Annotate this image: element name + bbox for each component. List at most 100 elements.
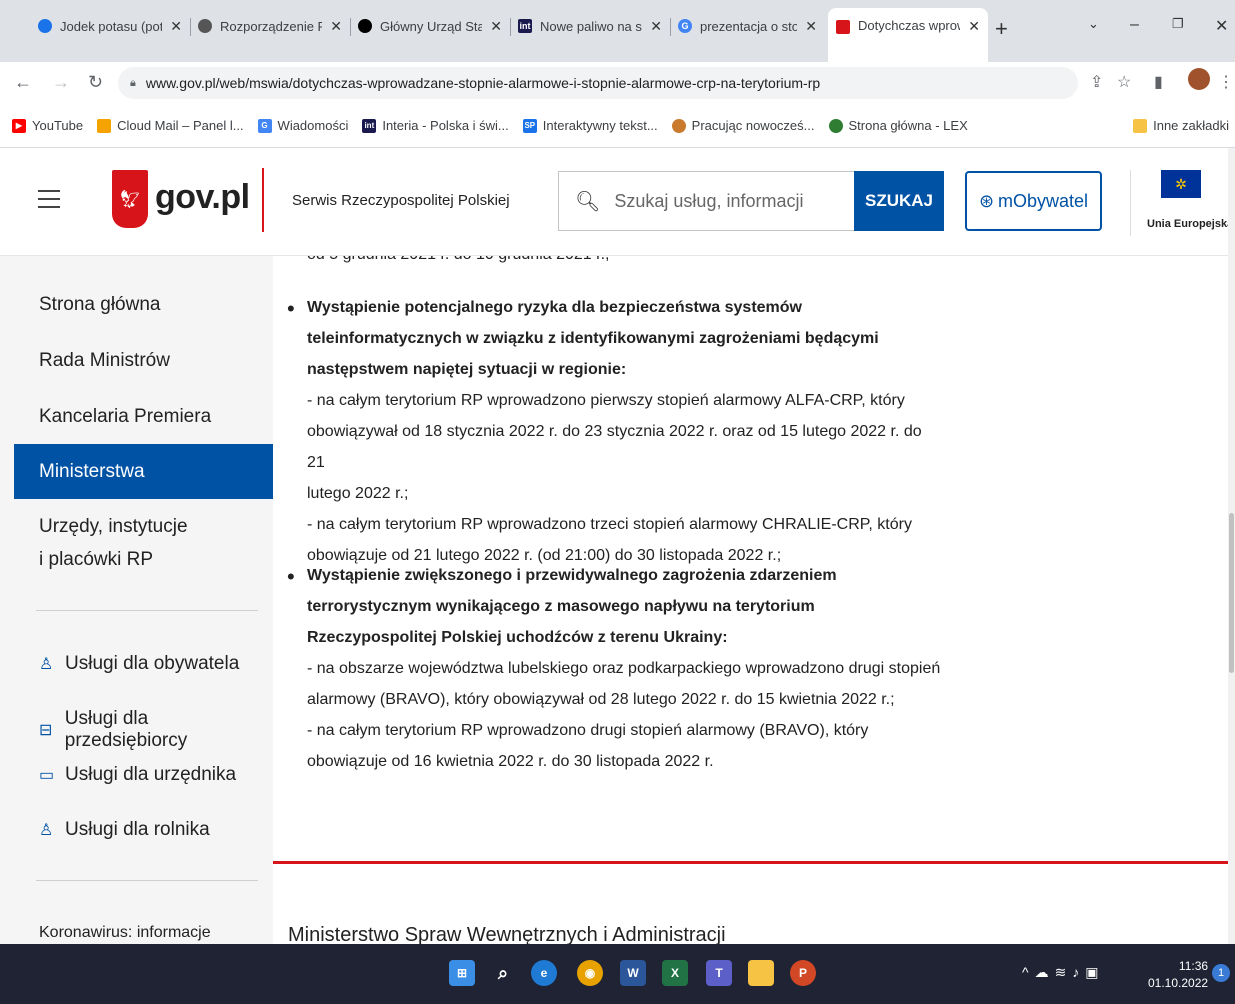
sidebar-item-strona-glowna[interactable]: Strona główna (14, 294, 273, 316)
section-text-line: - na całym terytorium RP wprowadzono pie… (307, 392, 905, 409)
close-icon[interactable]: ✕ (330, 18, 342, 35)
word-icon[interactable]: W (620, 960, 646, 986)
address-bar-row: ← → ↻ 🔒︎ www.gov.pl/web/mswia/dotychczas… (0, 62, 1235, 104)
search-button[interactable]: SZUKAJ (854, 171, 944, 231)
new-tab-button[interactable]: + (995, 16, 1008, 42)
bullet-icon: • (287, 296, 295, 321)
youtube-icon: ▶ (12, 118, 26, 133)
close-icon[interactable]: ✕ (650, 18, 662, 35)
reload-icon[interactable]: ↻ (88, 72, 103, 93)
browser-tab-5[interactable]: G prezentacja o storp ✕ (670, 10, 825, 42)
bookmark-interia[interactable]: int Interia - Polska i świ... (362, 118, 509, 133)
close-icon[interactable]: ✕ (490, 18, 502, 35)
cloud-icon (97, 118, 112, 133)
search-input[interactable]: 🔍︎ Szukaj usług, informacji (558, 171, 854, 231)
scrollbar-thumb[interactable] (1229, 513, 1234, 673)
system-tray-icons[interactable]: ^☁︎≋♪▣ (1022, 964, 1105, 981)
forward-arrow-icon[interactable]: → (52, 72, 70, 93)
search-icon: 🔍︎ (575, 190, 601, 213)
edge-icon[interactable]: e (531, 960, 557, 986)
section-text-line: - na obszarze województwa lubelskiego or… (307, 660, 941, 677)
windows-start-icon[interactable]: ⊞ (449, 960, 475, 986)
sp-icon: SP (522, 118, 537, 133)
close-icon[interactable]: ✕ (805, 18, 817, 35)
url-text[interactable]: www.gov.pl/web/mswia/dotychczas-wprowadz… (146, 75, 820, 91)
search-placeholder: Szukaj usług, informacji (614, 190, 804, 211)
powerpoint-icon[interactable]: P (790, 960, 816, 986)
bookmark-pracujac[interactable]: Pracując nowocześ... (671, 118, 815, 133)
profile-avatar[interactable] (1188, 68, 1210, 90)
browser-tab-2[interactable]: Rozporządzenie Pre ✕ (190, 10, 350, 42)
bookmark-wiadomosci[interactable]: G Wiadomości (257, 118, 348, 133)
other-bookmarks[interactable]: Inne zakładki (1133, 118, 1229, 133)
section-text-line: alarmowy (BRAVO), który obowiązywał od 2… (307, 691, 895, 708)
tab-search-icon[interactable]: ⌄ (1088, 16, 1099, 32)
bookmarks-bar: ▶ YouTube Cloud Mail – Panel l... G Wiad… (0, 104, 1235, 148)
section-risk-teleinformatics: Wystąpienie potencjalnego ryzyka dla bez… (307, 292, 927, 571)
interia-icon: int (362, 118, 377, 133)
sidebar-service-urzednik[interactable]: ▭ Usługi dla urzędnika (39, 764, 236, 786)
google-icon: G (678, 19, 692, 33)
site-logo[interactable]: gov.pl (155, 178, 250, 217)
lex-icon (828, 118, 843, 133)
pin-icon (38, 19, 52, 33)
browser-tab-4[interactable]: int Nowe paliwo na sta ✕ (510, 10, 670, 42)
section-text-line: - na całym terytorium RP wprowadzono trz… (307, 516, 912, 533)
teams-icon[interactable]: T (706, 960, 732, 986)
address-bar[interactable]: 🔒︎ www.gov.pl/web/mswia/dotychczas-wprow… (118, 67, 1078, 99)
notification-badge[interactable]: 1 (1212, 964, 1230, 982)
hamburger-menu-icon[interactable] (38, 190, 60, 214)
share-icon[interactable]: ⇪ (1090, 72, 1103, 92)
file-explorer-icon[interactable] (748, 960, 774, 986)
footer-divider (273, 861, 1231, 864)
folder-icon (1133, 118, 1148, 133)
sidebar-item-ministerstwa[interactable]: Ministerstwa (14, 444, 273, 499)
polish-eagle-emblem-icon[interactable]: 🦅︎ (112, 170, 148, 228)
search-icon[interactable]: ⌕ (490, 960, 516, 986)
browser-tab-active[interactable]: Dotychczas wprowa ✕ (828, 8, 988, 62)
sidebar-item-koronawirus[interactable]: Koronawirus: informacje (39, 924, 211, 942)
cut-off-text-line: od 5 grudnia 2021 r. do 10 grudnia 2021 … (307, 256, 609, 264)
taskbar-clock[interactable]: 11:36 01.10.2022 (1148, 958, 1208, 992)
back-arrow-icon[interactable]: ← (14, 72, 32, 93)
bookmark-star-icon[interactable]: ☆ (1117, 72, 1131, 92)
section-text-line: obowiązywał od 18 stycznia 2022 r. do 23… (307, 423, 922, 471)
section-text-line: lutego 2022 r.; (307, 485, 409, 502)
sidebar-item-urzedy[interactable]: Urzędy, instytucje (14, 516, 273, 538)
eu-badge[interactable]: ✲ Unia Europejska (1130, 170, 1235, 236)
bookmark-cloud-mail[interactable]: Cloud Mail – Panel l... (97, 118, 244, 133)
sidebar-service-rolnik[interactable]: ♙ Usługi dla rolnika (39, 819, 210, 841)
section-heading-line: Rzeczypospolitej Polskiej uchodźców z te… (307, 629, 728, 646)
sidepanel-icon[interactable]: ▮ (1154, 72, 1163, 92)
minimize-button[interactable]: – (1130, 16, 1139, 34)
menu-dots-icon[interactable]: ⋮ (1218, 72, 1234, 92)
chrome-icon[interactable]: ◉ (577, 960, 603, 986)
lock-icon[interactable]: 🔒︎ (130, 77, 136, 90)
sidebar-service-przedsiebiorca[interactable]: ⊟ Usługi dla przedsiębiorcy (39, 708, 273, 752)
section-text-line: - na całym terytorium RP wprowadzono dru… (307, 722, 869, 739)
sidebar-item-rada-ministrow[interactable]: Rada Ministrów (14, 350, 273, 372)
gus-icon (358, 19, 372, 33)
bookmark-interaktywny[interactable]: SP Interaktywny tekst... (522, 118, 658, 133)
eu-flag-icon: ✲ (1161, 170, 1201, 198)
close-window-button[interactable]: ✕ (1215, 16, 1228, 36)
browser-tab-1[interactable]: Jodek potasu (pota ✕ (30, 10, 190, 42)
bookmark-lex[interactable]: Strona główna - LEX (828, 118, 968, 133)
sidebar-item-kancelaria[interactable]: Kancelaria Premiera (14, 406, 273, 428)
close-icon[interactable]: ✕ (968, 18, 980, 35)
person-icon: ♙ (39, 656, 54, 673)
excel-icon[interactable]: X (662, 960, 688, 986)
browser-tab-3[interactable]: Główny Urząd Staty ✕ (350, 10, 510, 42)
section-terror-threat: Wystąpienie zwiększonego i przewidywalne… (307, 560, 947, 777)
browser-tab-strip: Jodek potasu (pota ✕ Rozporządzenie Pre … (0, 0, 1235, 62)
header-divider (262, 168, 264, 232)
sidebar-item-placowki[interactable]: i placówki RP (14, 549, 273, 571)
sidebar-service-obywatel[interactable]: ♙ Usługi dla obywatela (39, 653, 239, 675)
bookmark-youtube[interactable]: ▶ YouTube (12, 118, 83, 133)
globe-icon (198, 19, 212, 33)
footer-ministry-title: Ministerstwo Spraw Wewnętrznych i Admini… (288, 924, 726, 944)
mobywatel-button[interactable]: ⊛ mObywatel (965, 171, 1102, 231)
close-icon[interactable]: ✕ (170, 18, 182, 35)
restore-button[interactable]: ❐ (1172, 16, 1184, 32)
news-icon: G (257, 118, 272, 133)
